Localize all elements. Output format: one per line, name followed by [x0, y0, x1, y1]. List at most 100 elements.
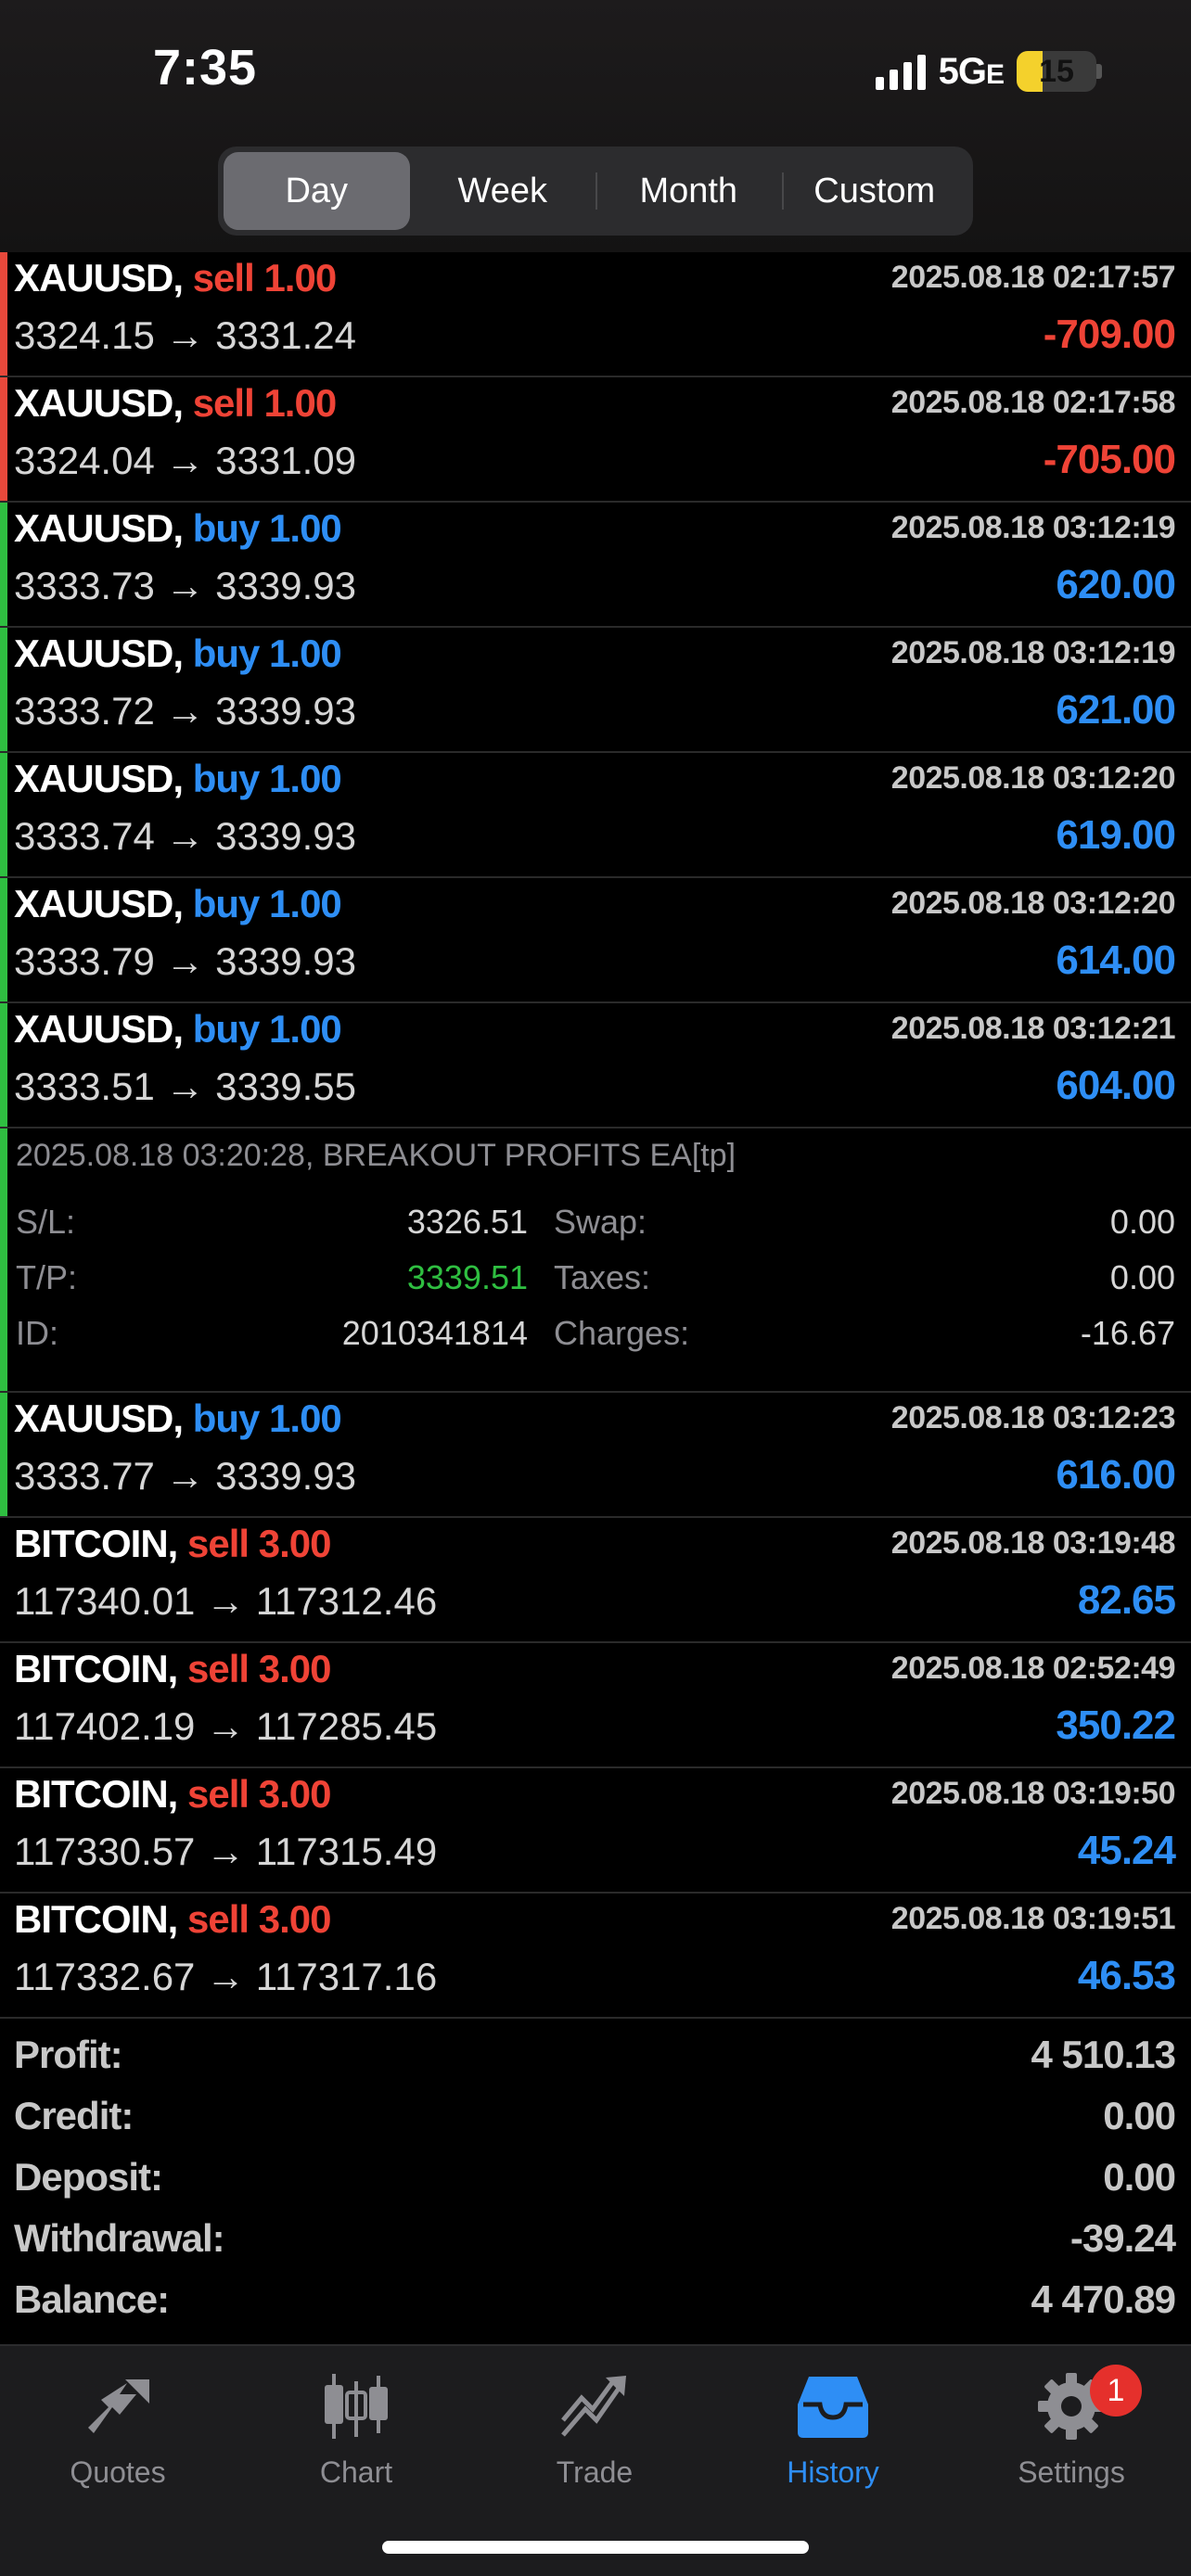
deal-title: BITCOIN, sell 3.00 [14, 1522, 331, 1566]
deal-status-bar [0, 377, 7, 501]
deal-profit: 45.24 [1077, 1828, 1176, 1873]
tab-quotes[interactable]: Quotes [25, 2365, 211, 2504]
deal-row[interactable]: XAUUSD, buy 1.00 3333.74 → 3339.93 2025.08… [0, 753, 1191, 878]
history-icon [740, 2365, 926, 2448]
deal-row[interactable]: XAUUSD, buy 1.00 3333.79 → 3339.93 2025.08… [0, 878, 1191, 1003]
account-summary: Profit: 4 510.13 Credit: 0.00 Deposit: 0.00 Wi… [0, 2029, 1191, 2335]
deal-status-bar [0, 503, 7, 626]
summary-row: Profit: 4 510.13 [0, 2029, 1191, 2090]
deal-title: XAUUSD, buy 1.00 [14, 882, 342, 926]
deal-side: sell [187, 1647, 250, 1690]
status-time: 7:35 [153, 40, 258, 96]
deal-row[interactable]: XAUUSD, sell 1.00 3324.04 → 3331.09 2025.0… [0, 377, 1191, 503]
deal-title: XAUUSD, buy 1.00 [14, 1007, 342, 1052]
deal-datetime: 2025.08.18 02:52:49 [890, 1651, 1176, 1686]
summary-value: 0.00 [1103, 2155, 1176, 2199]
trade-icon [502, 2365, 687, 2448]
deal-volume: 1.00 [269, 757, 342, 800]
deal-status-bar [0, 1003, 7, 1127]
header: 7:35 5GE 15 Day Week Month Custom [0, 0, 1191, 252]
summary-row: Balance: 4 470.89 [0, 2274, 1191, 2335]
deal-row[interactable]: XAUUSD, sell 1.00 3324.15 → 3331.24 2025.0… [0, 252, 1191, 377]
taxes-value: 0.00 [1109, 1258, 1175, 1296]
deal-profit: 619.00 [1056, 812, 1176, 858]
deal-datetime: 2025.08.18 03:12:19 [890, 635, 1176, 670]
deal-volume: 1.00 [263, 256, 337, 300]
deal-title: BITCOIN, sell 3.00 [14, 1772, 332, 1817]
period-tab-day[interactable]: Day [224, 152, 410, 230]
tab-history[interactable]: History [740, 2365, 926, 2504]
deal-row[interactable]: XAUUSD, buy 1.00 3333.77 → 3339.93 2025.08… [0, 1393, 1191, 1518]
deal-row[interactable]: BITCOIN, sell 3.00 117340.01 → 117312.46 2… [0, 1518, 1191, 1643]
deal-symbol: BITCOIN, [14, 1772, 178, 1816]
deal-prices: 3333.72 → 3339.93 [14, 689, 356, 733]
battery-icon: 15 [1017, 51, 1096, 92]
charges-value: -16.67 [1080, 1314, 1175, 1352]
deal-symbol: XAUUSD, [14, 882, 184, 925]
deal-symbol: XAUUSD, [14, 1396, 184, 1440]
deal-prices: 3333.74 → 3339.93 [14, 814, 356, 858]
quotes-icon [25, 2365, 211, 2448]
deal-volume: 1.00 [269, 1007, 342, 1051]
deal-profit: 620.00 [1056, 562, 1176, 607]
tab-chart[interactable]: Chart [263, 2365, 449, 2504]
history-screen: 7:35 5GE 15 Day Week Month Custom XAUUSD… [0, 0, 1191, 2576]
deal-row[interactable]: XAUUSD, buy 1.00 3333.72 → 3339.93 2025.08… [0, 628, 1191, 753]
deal-volume: 3.00 [258, 1772, 332, 1816]
deal-symbol: XAUUSD, [14, 631, 184, 675]
deal-side: buy [192, 1007, 261, 1051]
deal-row[interactable]: XAUUSD, buy 1.00 3333.51 → 3339.55 2025.08… [0, 1003, 1191, 1129]
tab-settings[interactable]: Settings 1 [979, 2365, 1164, 2504]
deal-side: sell [192, 256, 255, 300]
tab-trade[interactable]: Trade [502, 2365, 687, 2504]
period-selector: Day Week Month Custom [218, 147, 973, 236]
summary-row: Deposit: 0.00 [0, 2151, 1191, 2213]
period-tab-month[interactable]: Month [596, 152, 782, 230]
deal-status-bar [0, 878, 7, 1001]
summary-label: Deposit: [14, 2155, 163, 2199]
summary-label: Withdrawal: [14, 2216, 225, 2260]
deal-title: XAUUSD, sell 1.00 [14, 256, 337, 300]
deal-datetime: 2025.08.18 02:17:57 [890, 260, 1176, 295]
deal-title: BITCOIN, sell 3.00 [14, 1647, 331, 1691]
sl-label: S/L: [16, 1203, 76, 1241]
deal-status-bar [0, 628, 7, 751]
deal-prices: 3333.73 → 3339.93 [14, 564, 356, 607]
deal-side: sell [192, 381, 255, 425]
deal-row[interactable]: BITCOIN, sell 3.00 117332.67 → 117317.16 2… [0, 1894, 1191, 2019]
deal-comment: 2025.08.18 03:20:28, BREAKOUT PROFITS EA… [16, 1138, 736, 1173]
network-type: 5GE [938, 50, 1005, 92]
deal-prices: 117330.57 → 117315.49 [14, 1830, 438, 1873]
deal-prices: 117340.01 → 117312.46 [14, 1579, 438, 1623]
deal-symbol: XAUUSD, [14, 381, 184, 425]
deal-title: XAUUSD, buy 1.00 [14, 757, 342, 801]
deal-volume: 1.00 [269, 1396, 342, 1440]
deal-datetime: 2025.08.18 03:12:20 [890, 886, 1176, 921]
deal-datetime: 2025.08.18 03:12:20 [890, 760, 1176, 796]
deal-status-bar [0, 252, 7, 376]
summary-value: 0.00 [1103, 2094, 1176, 2137]
deal-prices: 3324.15 → 3331.24 [14, 313, 356, 357]
period-tab-custom[interactable]: Custom [781, 152, 968, 230]
deal-side: buy [192, 631, 261, 675]
home-indicator[interactable] [382, 2541, 809, 2554]
deal-symbol: XAUUSD, [14, 1007, 184, 1051]
cellular-signal-icon [875, 53, 926, 90]
deal-symbol: BITCOIN, [14, 1647, 178, 1690]
swap-value: 0.00 [1109, 1203, 1175, 1241]
summary-value: 4 510.13 [1031, 2033, 1176, 2076]
id-value: 2010341814 [341, 1314, 528, 1352]
deal-profit: 614.00 [1056, 937, 1176, 983]
deal-row[interactable]: XAUUSD, buy 1.00 3333.73 → 3339.93 2025.08… [0, 503, 1191, 628]
deal-title: XAUUSD, sell 1.00 [14, 381, 337, 426]
deal-side: buy [192, 506, 261, 550]
deal-profit: 46.53 [1077, 1953, 1176, 1998]
deals-list: XAUUSD, sell 1.00 3324.15 → 3331.24 2025.0… [0, 252, 1191, 2019]
deal-volume: 1.00 [269, 882, 342, 925]
deal-profit: 82.65 [1077, 1577, 1176, 1623]
deal-row[interactable]: BITCOIN, sell 3.00 117402.19 → 117285.45 2… [0, 1643, 1191, 1768]
deal-row[interactable]: BITCOIN, sell 3.00 117330.57 → 117315.49 2… [0, 1768, 1191, 1894]
period-tab-week[interactable]: Week [410, 152, 596, 230]
deal-prices: 3333.79 → 3339.93 [14, 939, 356, 983]
deal-title: XAUUSD, buy 1.00 [14, 506, 342, 551]
